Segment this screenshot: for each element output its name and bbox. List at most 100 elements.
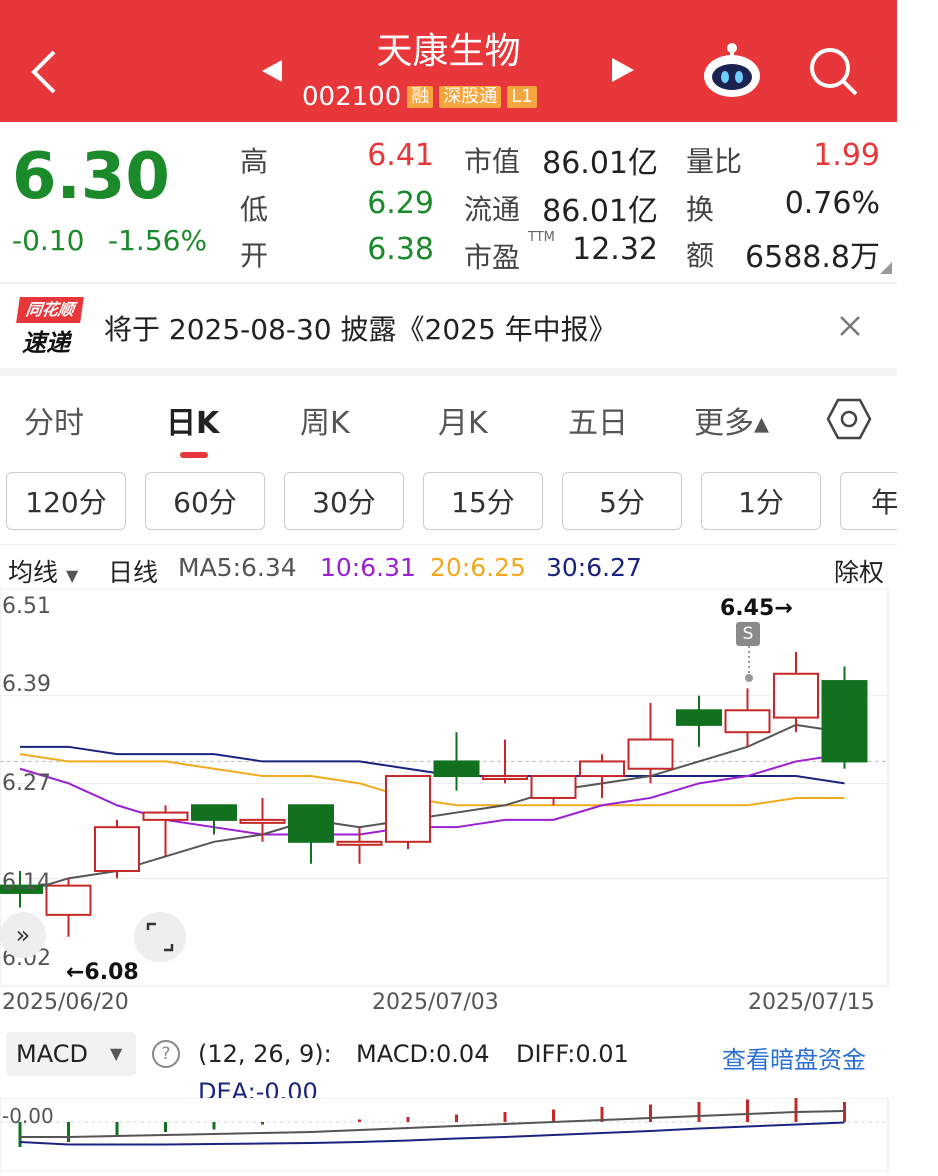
mktcap-value: 86.01亿 (542, 146, 658, 181)
indicator-select[interactable]: MACD ▼ (6, 1032, 136, 1076)
mktcap-label: 市值 (464, 145, 521, 178)
news-text: 将于 2025-08-30 披露《2025 年中报》 (104, 313, 617, 346)
period-30min[interactable]: 30分 (284, 472, 404, 530)
signal-marker[interactable]: S (736, 622, 760, 646)
news-logo: 同花顺 速递 (16, 297, 84, 357)
period-5min[interactable]: 5分 (562, 472, 682, 530)
candle-body (724, 709, 771, 734)
macd-params: (12, 26, 9): (198, 1040, 332, 1068)
y-tick-label: 6.27 (2, 771, 51, 796)
stock-code-row: 002100 融 深股通 L1 (302, 82, 537, 112)
date-label: 2025/07/03 (372, 990, 499, 1015)
high-label: 高 (240, 145, 269, 178)
macd-value: MACD:0.04 (356, 1040, 490, 1068)
connect-tag: 深股通 (439, 86, 502, 108)
tab-weekly-k[interactable]: 周K (300, 398, 350, 442)
line-type-label: 日线 (108, 558, 159, 587)
ma20-value: 20:6.25 (430, 553, 526, 582)
y-tick-label: 6.14 (2, 870, 51, 895)
candle-body (191, 804, 237, 821)
double-chevron-right-icon[interactable]: » (0, 912, 46, 958)
adjust-toggle[interactable]: 除权 (834, 553, 884, 589)
header-bar: 天康生物 002100 融 深股通 L1 (0, 0, 897, 122)
pe-value: 12.32 (572, 232, 658, 267)
candle-body (773, 672, 819, 719)
fullscreen-button[interactable] (134, 912, 186, 962)
expand-corner-icon[interactable] (880, 262, 892, 274)
ma10-value: 10:6.31 (320, 553, 416, 582)
high-value: 6.41 (367, 138, 434, 173)
dropdown-icon: ▼ (110, 1044, 123, 1063)
volume-ratio-label: 量比 (686, 145, 743, 178)
candle-body (385, 775, 431, 843)
date-label: 2025/07/15 (748, 990, 875, 1015)
float-label: 流通 (464, 193, 521, 226)
search-icon[interactable] (806, 44, 860, 98)
candle-body (336, 840, 383, 846)
candle-body (627, 738, 674, 770)
candle-body (239, 818, 286, 824)
right-mask (897, 460, 938, 540)
robot-assistant-icon[interactable] (700, 40, 764, 100)
price-change-pct: -1.56% (108, 224, 208, 257)
settings-hexagon-icon[interactable] (826, 396, 872, 442)
diff-value: DIFF:0.01 (516, 1040, 629, 1068)
period-60min[interactable]: 60分 (145, 472, 265, 530)
candle-body (676, 709, 722, 726)
volume-ratio-value: 1.99 (813, 138, 880, 173)
ma-select[interactable]: 均线 ▼ (8, 553, 78, 589)
macd-zero-label: -0.00 (2, 1104, 54, 1128)
ma-select-label: 均线 (8, 558, 59, 587)
y-tick-label: 6.39 (2, 672, 51, 697)
ma30-value: 30:6.27 (546, 553, 642, 582)
pe-label: 市盈 (464, 241, 521, 274)
low-value: 6.29 (367, 186, 434, 221)
margin-tag: 融 (407, 86, 434, 108)
period-120min[interactable]: 120分 (6, 472, 126, 530)
turnover-value: 0.76% (784, 186, 880, 221)
tab-five-day[interactable]: 五日 (568, 398, 628, 442)
price-change: -0.10 (12, 224, 85, 257)
indicator-select-label: MACD (16, 1040, 88, 1068)
tab-daily-k[interactable]: 日K (166, 398, 219, 442)
macd-chart[interactable] (0, 1098, 897, 1172)
tab-monthly-k[interactable]: 月K (438, 398, 488, 442)
open-value: 6.38 (367, 232, 434, 267)
candle-body (94, 826, 140, 873)
close-icon[interactable] (838, 314, 862, 338)
float-value: 86.01亿 (542, 194, 658, 229)
low-label: 低 (240, 193, 269, 226)
candle-body (288, 804, 334, 843)
candle-body (433, 760, 480, 778)
turnover-label: 换 (686, 193, 715, 226)
tab-intraday[interactable]: 分时 (24, 398, 84, 442)
news-logo-bottom: 速递 (22, 329, 70, 357)
divider (0, 544, 897, 545)
ma5-value: MA5:6.34 (178, 553, 297, 582)
tab-more[interactable]: 更多▴ (694, 398, 769, 442)
min-price-label: ←6.08 (66, 960, 139, 985)
open-label: 开 (240, 239, 269, 272)
marker-dot (745, 674, 753, 682)
active-tab-indicator (180, 452, 208, 458)
candle-body (530, 775, 577, 799)
news-logo-top: 同花顺 (16, 297, 84, 323)
amount-value: 6588.8万 (745, 240, 880, 275)
dark-pool-link[interactable]: 查看暗盘资金 (722, 1040, 866, 1075)
period-15min[interactable]: 15分 (423, 472, 543, 530)
amount-label: 额 (686, 239, 715, 272)
fullscreen-icon (146, 922, 174, 952)
help-icon[interactable]: ? (152, 1040, 180, 1068)
candle-body (142, 811, 189, 821)
y-tick-label: 6.51 (2, 594, 51, 619)
candle-body (482, 775, 528, 781)
candle-body (45, 884, 92, 916)
dropdown-icon: ▼ (66, 566, 79, 585)
triangle-right-icon[interactable] (608, 56, 636, 84)
max-price-label: 6.45→ (720, 596, 793, 621)
level-tag: L1 (507, 86, 537, 108)
candle-body (579, 760, 625, 778)
section-gap (0, 368, 897, 376)
divider (0, 282, 897, 284)
period-1min[interactable]: 1分 (701, 472, 821, 530)
